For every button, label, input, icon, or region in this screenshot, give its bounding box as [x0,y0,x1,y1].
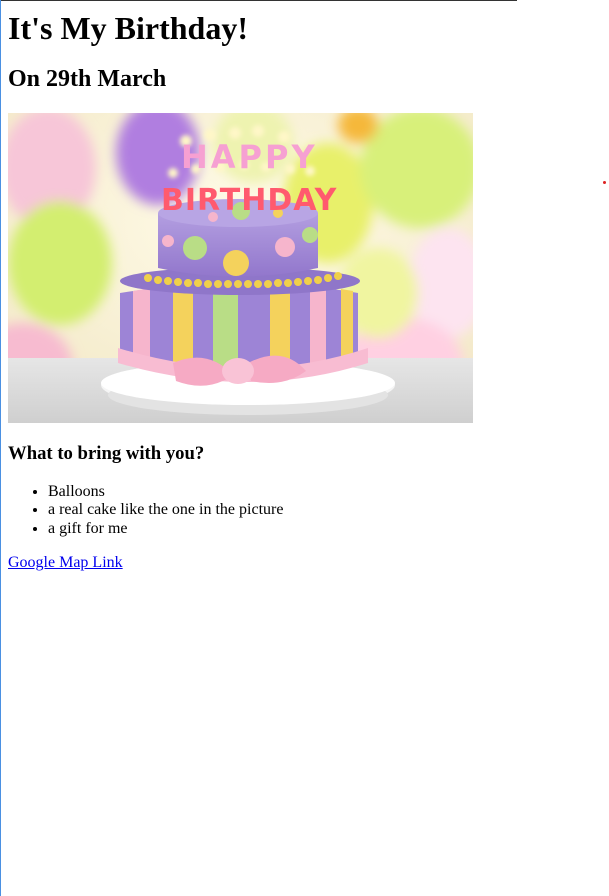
section-heading: What to bring with you? [8,443,205,464]
birthday-cake-image: HAPPY BIRTHDAY [8,113,473,423]
cake-topper-birthday: BIRTHDAY [161,183,338,218]
window-left-border [0,0,1,896]
page-subtitle: On 29th March [8,66,167,92]
list-item-cake: a real cake like the one in the picture [48,501,598,519]
page-content: It's My Birthday! On 29th March HAPPY BI… [8,0,598,572]
google-map-link[interactable]: Google Map Link [8,554,123,572]
birthday-candles: HAPPY BIRTHDAY [161,125,338,218]
red-dot-marker [603,181,606,184]
bring-list: Balloons a real cake like the one in the… [8,483,598,538]
page-title: It's My Birthday! [8,10,248,46]
list-item-gift: a gift for me [48,520,598,538]
cake-bottom-tier [118,282,368,386]
cake-topper-happy: HAPPY [181,138,318,176]
list-item-balloons: Balloons [48,483,598,501]
